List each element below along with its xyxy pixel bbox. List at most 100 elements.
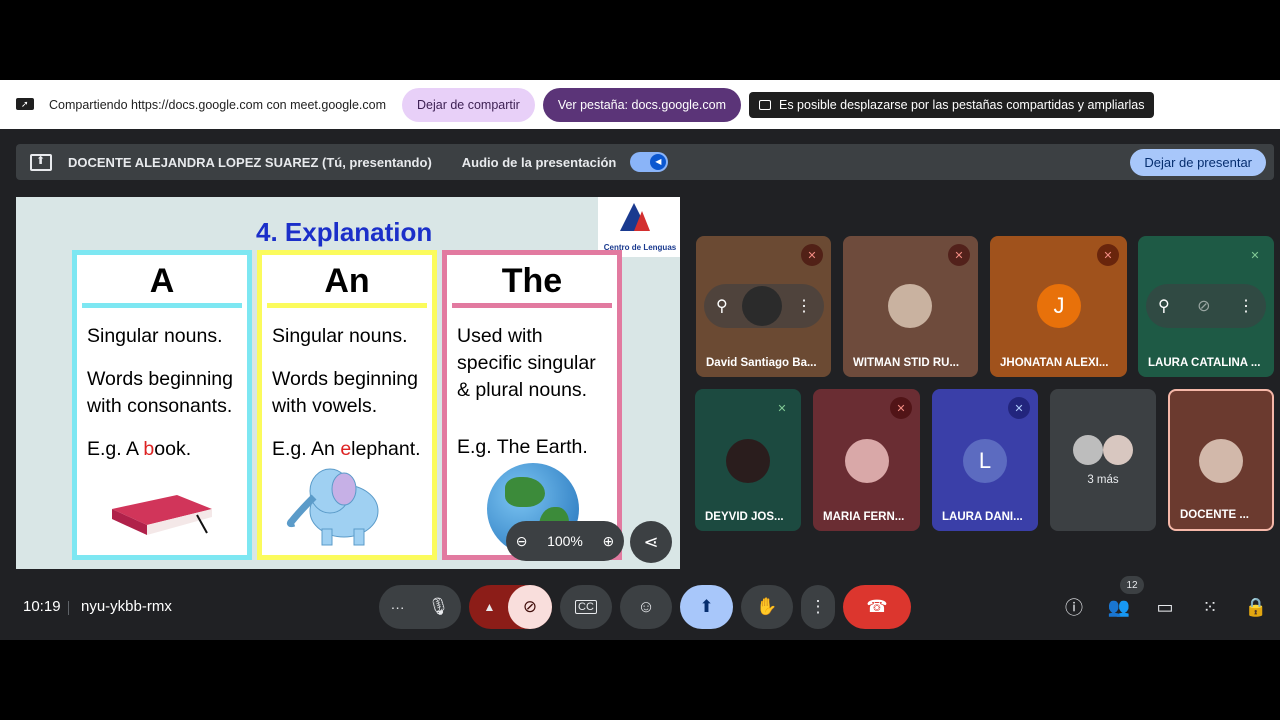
participant-name: WITMAN STID RU... <box>853 357 960 369</box>
mic-off-icon: ✕ <box>801 244 823 266</box>
speaker-icon: ◀ <box>650 154 667 170</box>
stop-sharing-button[interactable]: Dejar de compartir <box>402 87 535 122</box>
mic-control-group: ··· 🎙 <box>379 585 461 629</box>
participant-tile[interactable]: DOCENTE ... <box>1168 389 1274 531</box>
participant-tile[interactable]: ✕ MARIA FERN... <box>813 389 920 531</box>
people-icon[interactable]: 👥 <box>1107 595 1131 619</box>
card-an-line-2: Words beginning with vowels. <box>272 368 418 417</box>
tab-icon <box>759 99 771 110</box>
participant-name: LAURA DANI... <box>942 511 1023 523</box>
tile-controls: ⚲ ⋮ <box>704 284 824 328</box>
more-options-icon[interactable]: ⋮ <box>1238 296 1254 316</box>
participant-count-badge: 12 <box>1120 576 1144 594</box>
avatar <box>1103 435 1133 465</box>
emoji-icon: ☺ <box>637 597 655 616</box>
avatar <box>741 286 782 326</box>
card-the: The Used with specific singular & plural… <box>442 250 622 560</box>
zoom-out-icon[interactable]: ⊖ <box>516 533 528 550</box>
pin-icon[interactable]: ⚲ <box>1158 296 1170 316</box>
view-tab-button[interactable]: Ver pestaña: docs.google.com <box>542 87 741 122</box>
zoom-in-icon[interactable]: ⊕ <box>602 533 614 550</box>
avatar: L <box>963 439 1007 483</box>
participant-name: MARIA FERN... <box>823 511 905 523</box>
hang-up-icon: ☎ <box>866 597 888 616</box>
card-a: A Singular nouns. Words beginning with c… <box>72 250 252 560</box>
scroll-tip-text: Es posible desplazarse por las pestañas … <box>779 97 1145 112</box>
card-the-example: E.g. The Earth. <box>457 436 588 458</box>
participant-tile[interactable]: ✕ DEYVID JOS... <box>695 389 801 531</box>
meeting-code: nyu-ykbb-rmx <box>81 598 172 615</box>
card-the-heading: The <box>452 260 612 308</box>
scroll-tip: Es posible desplazarse por las pestañas … <box>749 91 1155 118</box>
avatar <box>888 284 932 328</box>
participant-tile[interactable]: ✕ ⚲ ⋮ David Santiago Ba... <box>696 236 831 377</box>
presentation-audio-label: Audio de la presentación <box>461 154 617 170</box>
participant-name: David Santiago Ba... <box>706 357 817 369</box>
more-participants-label: 3 más <box>1087 474 1119 486</box>
info-icon[interactable]: ⓘ <box>1062 595 1086 619</box>
book-illustration <box>112 495 212 535</box>
zoom-level: 100% <box>547 533 583 549</box>
meet-window: ➚ Compartiendo https://docs.google.com c… <box>0 80 1280 640</box>
participant-name: LAURA CATALINA ... <box>1148 357 1261 369</box>
card-an-heading: An <box>267 260 427 308</box>
participant-tile[interactable]: ✕ L LAURA DANI... <box>932 389 1038 531</box>
slide-title: 4. Explanation <box>256 217 433 247</box>
mic-off-icon: ✕ <box>1097 244 1119 266</box>
avatar <box>845 439 889 483</box>
host-controls-icon[interactable]: 🔒 <box>1244 595 1268 619</box>
presenter-name: DOCENTE ALEJANDRA LOPEZ SUAREZ (Tú, pres… <box>68 154 432 170</box>
presented-slide: 4. Explanation Centro de Lenguas A Singu… <box>16 197 680 569</box>
more-options-button[interactable]: ⋮ <box>801 585 835 629</box>
captions-button[interactable]: CC <box>560 585 612 629</box>
camera-off-icon: ⊘ <box>522 597 538 616</box>
participant-tile[interactable]: ✕ WITMAN STID RU... <box>843 236 978 377</box>
present-screen-icon: ⬆ <box>699 597 714 616</box>
participant-tile[interactable]: ✕ ⚲ ⊘ ⋮ LAURA CATALINA ... <box>1138 236 1274 377</box>
presenting-bar: ⬆ DOCENTE ALEJANDRA LOPEZ SUAREZ (Tú, pr… <box>16 144 1274 180</box>
share-icon[interactable]: ⋖ <box>630 521 672 563</box>
mic-icon[interactable]: 🎙 <box>428 597 450 617</box>
more-participants-tile[interactable]: 3 más <box>1050 389 1156 531</box>
participant-tile[interactable]: ✕ J JHONATAN ALEXI... <box>990 236 1127 377</box>
activities-icon[interactable]: ⁙ <box>1198 595 1222 619</box>
avatar: J <box>1037 284 1081 328</box>
more-options-icon[interactable]: ⋮ <box>796 296 812 316</box>
raise-hand-button[interactable]: ✋ <box>741 585 793 629</box>
captions-icon: CC <box>575 600 597 614</box>
mic-off-icon: ✕ <box>948 244 970 266</box>
mute-participant-icon[interactable]: ⊘ <box>1197 296 1210 316</box>
chat-icon[interactable]: ▭ <box>1153 595 1177 619</box>
screen-share-icon: ➚ <box>16 97 34 112</box>
mic-off-icon: ✕ <box>1250 249 1260 262</box>
present-icon: ⬆ <box>30 153 52 171</box>
sharing-bar: ➚ Compartiendo https://docs.google.com c… <box>0 80 1280 129</box>
chevron-up-icon: ▲ <box>483 600 496 614</box>
card-the-line-1: Used with specific singular & plural nou… <box>457 325 596 401</box>
tile-controls: ⚲ ⊘ ⋮ <box>1146 284 1266 328</box>
sharing-text: Compartiendo https://docs.google.com con… <box>49 97 386 112</box>
card-an-example: E.g. An elephant. <box>272 438 421 460</box>
reactions-button[interactable]: ☺ <box>620 585 672 629</box>
stop-presenting-button[interactable]: Dejar de presentar <box>1130 149 1266 176</box>
pin-icon[interactable]: ⚲ <box>716 296 728 316</box>
avatar <box>726 439 770 483</box>
card-an-line-1: Singular nouns. <box>272 325 408 347</box>
elephant-illustration <box>286 468 379 546</box>
audio-options-icon[interactable]: ··· <box>391 599 405 615</box>
clock: 10:19 <box>23 598 61 615</box>
present-button[interactable]: ⬆ <box>680 585 733 629</box>
leave-call-button[interactable]: ☎ <box>843 585 911 629</box>
participant-name: DOCENTE ... <box>1180 509 1250 521</box>
divider <box>68 601 69 615</box>
participant-name: JHONATAN ALEXI... <box>1000 357 1109 369</box>
avatar <box>1073 435 1103 465</box>
centro-de-lenguas-logo: Centro de Lenguas <box>598 197 680 257</box>
mic-off-icon: ✕ <box>777 402 787 415</box>
hand-icon: ✋ <box>756 597 778 616</box>
presentation-audio-toggle[interactable]: ◀ <box>630 152 669 172</box>
card-a-line-2: Words beginning with consonants. <box>87 368 233 417</box>
zoom-control: ⊖ 100% ⊕ <box>506 521 624 561</box>
card-a-line-1: Singular nouns. <box>87 325 223 347</box>
camera-off-button[interactable]: ⊘ <box>508 585 552 629</box>
